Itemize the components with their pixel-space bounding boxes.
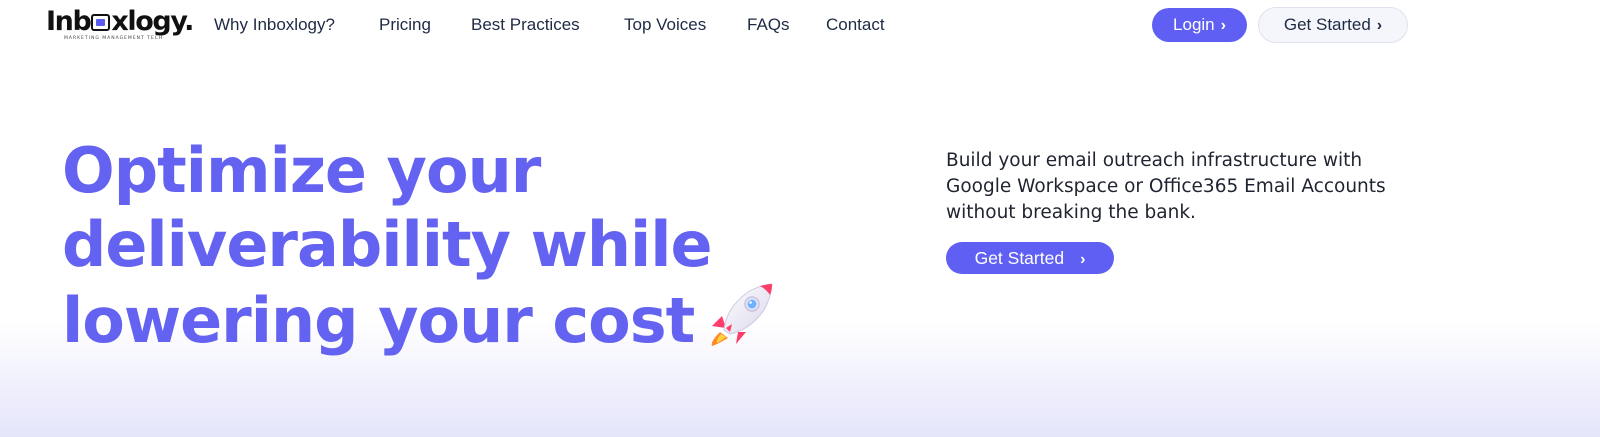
nav-contact[interactable]: Contact <box>826 12 885 38</box>
rocket-icon <box>708 282 778 348</box>
nav-pricing[interactable]: Pricing <box>379 12 431 38</box>
chevron-right-icon: › <box>1220 17 1226 34</box>
hero-title-line: deliverability while <box>62 208 713 281</box>
inboxlogy-logo[interactable]: Inb xlogy. MARKETING MANAGEMENT TECH <box>46 6 194 44</box>
hero-cta-label: Get Started <box>974 248 1065 268</box>
logo-wordmark: Inb xlogy. <box>46 6 194 38</box>
nav-faqs[interactable]: FAQs <box>747 12 790 38</box>
chevron-right-icon: › <box>1080 251 1086 268</box>
hero-title-line: lowering your cost <box>62 284 695 357</box>
site-header: Inb xlogy. MARKETING MANAGEMENT TECH Why … <box>0 0 1600 50</box>
logo-text-end: xlogy. <box>111 6 194 37</box>
nav-top-voices[interactable]: Top Voices <box>624 12 706 38</box>
login-label: Login <box>1173 15 1215 34</box>
login-button[interactable]: Login › <box>1152 8 1247 42</box>
nav-why-inboxlogy[interactable]: Why Inboxlogy? <box>214 12 335 38</box>
logo-tagline: MARKETING MANAGEMENT TECH <box>64 36 164 41</box>
hero-title-line-with-icon: lowering your cost <box>62 282 782 358</box>
nav-best-practices[interactable]: Best Practices <box>471 12 580 38</box>
header-get-started-button[interactable]: Get Started › <box>1258 7 1408 43</box>
header-get-started-label: Get Started <box>1283 15 1371 34</box>
hero-get-started-button[interactable]: Get Started › <box>946 242 1114 274</box>
logo-text-start: Inb <box>46 6 92 37</box>
chevron-right-icon: › <box>1376 17 1383 34</box>
hero-title-line: Optimize your <box>62 134 541 207</box>
hero-description: Build your email outreach infrastructure… <box>946 150 1386 223</box>
inbox-icon <box>91 14 111 31</box>
hero-title: Optimize your deliverability while lower… <box>62 134 782 358</box>
